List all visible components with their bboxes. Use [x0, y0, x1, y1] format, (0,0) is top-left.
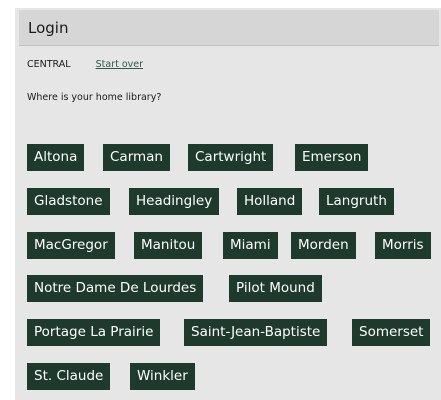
library-button-altona[interactable]: Altona: [27, 144, 85, 171]
login-header: Login: [19, 10, 439, 46]
home-library-question: Where is your home library?: [27, 92, 162, 103]
library-button-holland[interactable]: Holland: [237, 188, 303, 215]
library-button-winkler[interactable]: Winkler: [130, 363, 195, 390]
library-button-pilot-mound[interactable]: Pilot Mound: [229, 275, 322, 302]
library-button-morris[interactable]: Morris: [375, 232, 431, 259]
page-title: Login: [28, 19, 69, 37]
library-button-somerset[interactable]: Somerset: [352, 319, 431, 346]
breadcrumb: CENTRAL Start over: [27, 59, 143, 71]
library-button-carman[interactable]: Carman: [103, 144, 170, 171]
login-panel: Login CENTRAL Start over Where is your h…: [15, 8, 441, 400]
library-button-langruth[interactable]: Langruth: [319, 188, 394, 215]
library-button-st-claude[interactable]: St. Claude: [27, 363, 111, 390]
library-button-cartwright[interactable]: Cartwright: [188, 144, 274, 171]
location-label: CENTRAL: [27, 59, 71, 70]
library-button-portage-la-prairie[interactable]: Portage La Prairie: [27, 319, 161, 346]
library-button-saint-jean-baptiste[interactable]: Saint-Jean-Baptiste: [184, 319, 328, 346]
library-button-emerson[interactable]: Emerson: [295, 144, 369, 171]
library-button-morden[interactable]: Morden: [291, 232, 356, 259]
library-button-gladstone[interactable]: Gladstone: [27, 188, 110, 215]
library-button-headingley[interactable]: Headingley: [129, 188, 220, 215]
library-button-notre-dame-de-lourdes[interactable]: Notre Dame De Lourdes: [27, 275, 204, 302]
start-over-link[interactable]: Start over: [96, 59, 143, 70]
library-button-miami[interactable]: Miami: [223, 232, 278, 259]
library-button-macgregor[interactable]: MacGregor: [27, 232, 115, 259]
library-button-manitou[interactable]: Manitou: [134, 232, 203, 259]
